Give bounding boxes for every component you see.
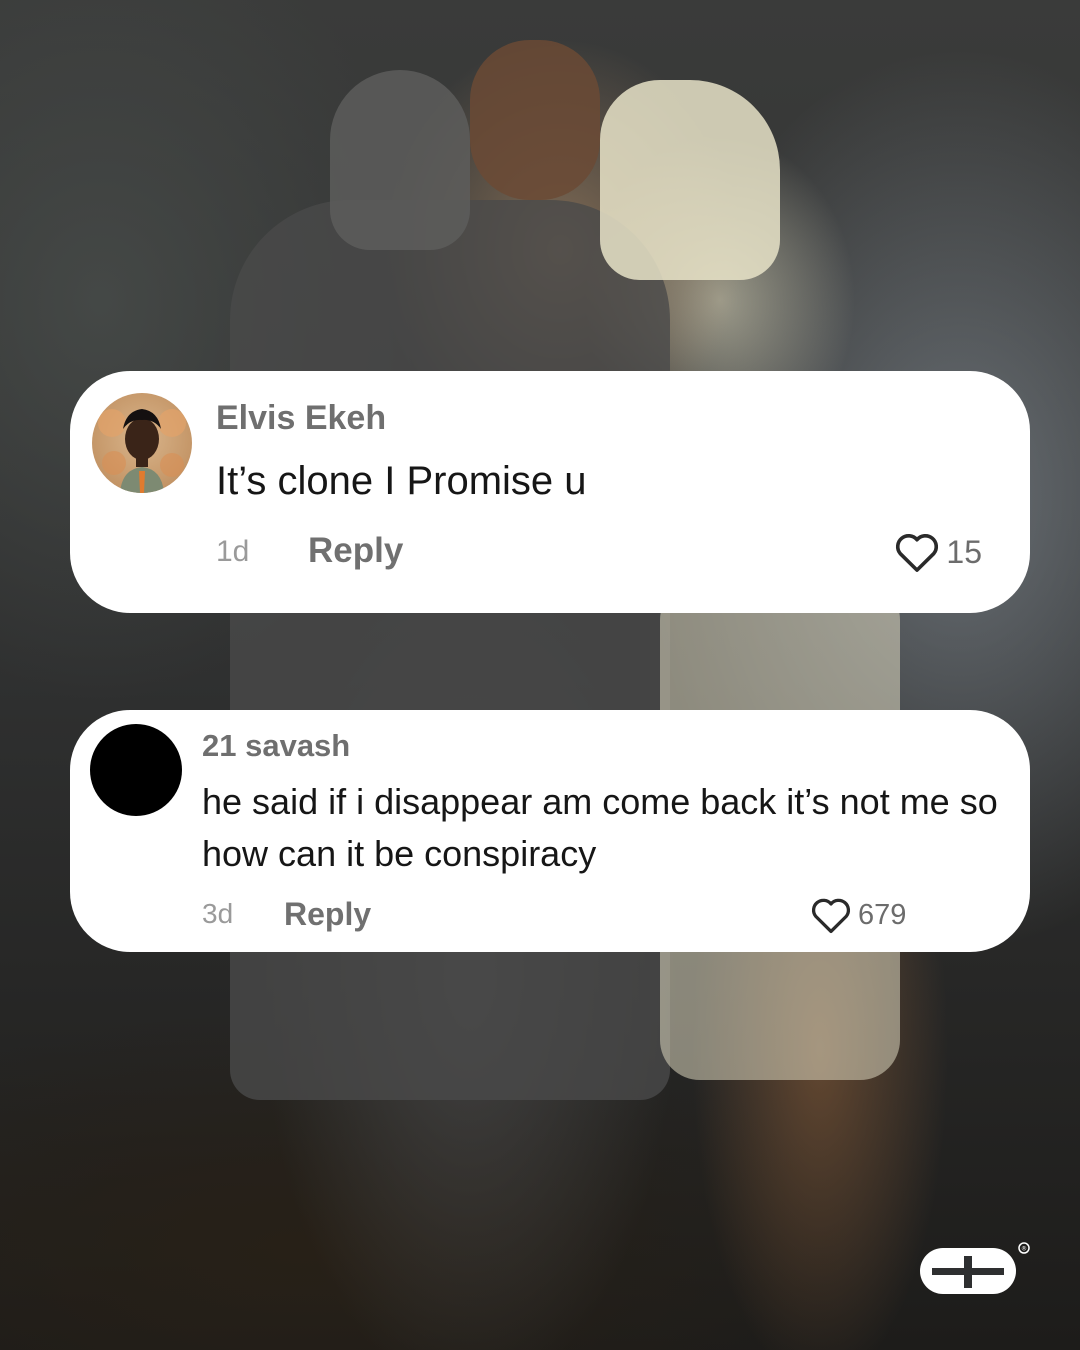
comment-timestamp: 3d xyxy=(202,898,234,929)
like-count: 679 xyxy=(858,898,907,931)
heart-icon xyxy=(896,534,939,572)
heart-icon xyxy=(811,898,851,934)
background-photo xyxy=(0,0,1080,1350)
person-portrait-avatar-icon xyxy=(98,409,186,493)
comment-text: It’s clone I Promise u xyxy=(216,459,587,503)
comment-text: he said if i disappear am come back it’s… xyxy=(202,781,998,874)
user-avatar[interactable] xyxy=(90,724,182,816)
reply-button[interactable]: Reply xyxy=(284,896,371,933)
like-button[interactable]: 15 xyxy=(894,531,982,573)
background-figure-hood xyxy=(330,70,470,250)
comment-username[interactable]: 21 savash xyxy=(202,728,350,764)
like-count: 15 xyxy=(946,533,982,570)
comment-username[interactable]: Elvis Ekeh xyxy=(216,399,386,438)
background-figure-body xyxy=(230,200,670,1100)
comment-card: 21 savash he said if i disappear am come… xyxy=(70,710,1030,952)
brand-logo-icon: ® xyxy=(920,1242,1030,1294)
background-figure-jacket xyxy=(600,80,780,280)
comment-timestamp: 1d xyxy=(216,535,250,568)
registered-mark: ® xyxy=(1021,1246,1027,1253)
like-button[interactable]: 679 xyxy=(810,896,906,934)
comment-card: Elvis Ekeh It’s clone I Promise u 1d Rep… xyxy=(70,371,1030,613)
user-avatar[interactable] xyxy=(92,393,192,493)
reply-button[interactable]: Reply xyxy=(308,531,403,571)
background-figure-head xyxy=(470,40,600,200)
